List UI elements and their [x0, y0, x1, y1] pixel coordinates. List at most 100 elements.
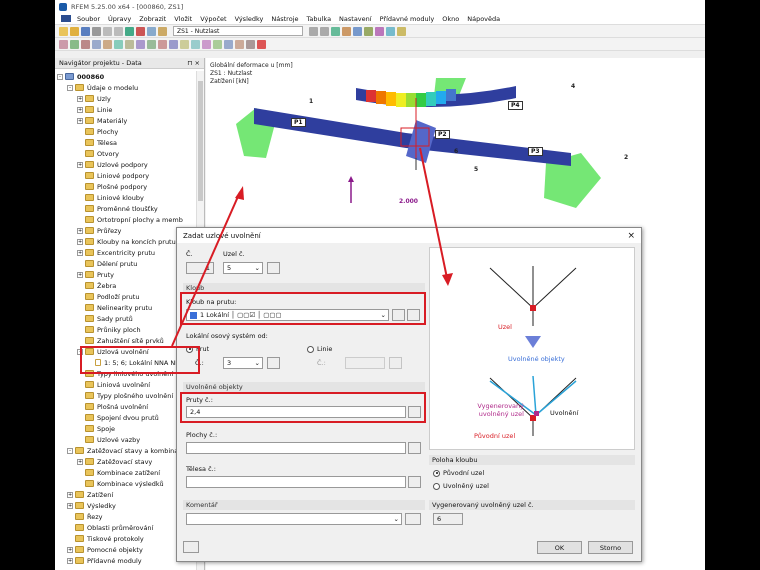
- rotate-icon[interactable]: [158, 39, 167, 49]
- tree-item[interactable]: - Údaje o modelu: [67, 82, 138, 93]
- tree-item[interactable]: Spojení dvou prutů: [77, 412, 159, 423]
- save-icon[interactable]: [81, 26, 90, 36]
- scrollbar-thumb[interactable]: [198, 81, 203, 201]
- menu-vysledky[interactable]: Výsledky: [235, 15, 264, 23]
- expand-toggle-icon[interactable]: +: [77, 271, 83, 278]
- tree-item[interactable]: Kombinace výsledků: [77, 478, 164, 489]
- pick-line-button[interactable]: [389, 357, 402, 369]
- tree-item[interactable]: + Materiály: [77, 115, 127, 126]
- menu-vypocet[interactable]: Výpočet: [200, 15, 226, 23]
- comment-input[interactable]: ⌄: [186, 513, 402, 525]
- expand-toggle-icon[interactable]: -: [67, 447, 73, 454]
- tree-item[interactable]: + Uzly: [77, 93, 111, 104]
- expand-toggle-icon[interactable]: +: [77, 249, 83, 256]
- tree-item[interactable]: Tělesa: [77, 137, 117, 148]
- zoom-icon[interactable]: [397, 26, 406, 36]
- expand-toggle-icon[interactable]: -: [77, 348, 83, 355]
- tree-item[interactable]: Podloží prutu: [77, 291, 139, 302]
- menu-vlozit[interactable]: Vložit: [174, 15, 192, 23]
- tree-item[interactable]: Uzlové vazby: [77, 434, 140, 445]
- tree-item[interactable]: Průniky ploch: [77, 324, 141, 335]
- expand-toggle-icon[interactable]: +: [77, 161, 83, 168]
- surface-icon[interactable]: [103, 39, 112, 49]
- tree-item[interactable]: Oblasti průměrování: [67, 522, 153, 533]
- move-icon[interactable]: [147, 39, 156, 49]
- tree-item[interactable]: Zahuštění sítě prvků: [77, 335, 164, 346]
- menu-upravy[interactable]: Úpravy: [108, 15, 131, 23]
- surfaces-input[interactable]: [186, 442, 406, 454]
- undo-icon[interactable]: [103, 26, 112, 36]
- menu-napoveda[interactable]: Nápověda: [467, 15, 500, 23]
- line-icon[interactable]: [81, 39, 90, 49]
- hinge-select[interactable]: 1 Lokální │ ▢▢☑ │ ▢▢▢ ⌄: [186, 309, 389, 321]
- tree-item[interactable]: - 000860: [57, 71, 104, 82]
- pick-member-button[interactable]: [267, 357, 280, 369]
- radio-line[interactable]: Linie: [307, 345, 332, 353]
- tree-item[interactable]: Kombinace zatížení: [77, 467, 160, 478]
- expand-toggle-icon[interactable]: +: [77, 95, 83, 102]
- tree-item[interactable]: + Zatížení: [67, 489, 113, 500]
- cancel-button[interactable]: Storno: [588, 541, 633, 554]
- tree-item[interactable]: Řezy: [67, 511, 102, 522]
- tree-item[interactable]: Plošné podpory: [77, 181, 147, 192]
- tree-item[interactable]: - Zatěžovací stavy a kombinace: [67, 445, 186, 456]
- expand-toggle-icon[interactable]: +: [77, 227, 83, 234]
- pick-surfaces-button[interactable]: [408, 442, 421, 454]
- tree-item[interactable]: + Přídavné moduly: [67, 555, 142, 566]
- ok-button[interactable]: OK: [537, 541, 582, 554]
- radio-member[interactable]: Prut: [186, 345, 209, 353]
- view-icon[interactable]: [331, 26, 340, 36]
- radio-original-node[interactable]: Původní uzel: [433, 469, 484, 477]
- expand-toggle-icon[interactable]: +: [67, 546, 73, 553]
- tree-item[interactable]: Plošná uvolnění: [77, 401, 148, 412]
- radio-released-node[interactable]: Uvolněný uzel: [433, 482, 489, 490]
- calc-icon[interactable]: [125, 26, 134, 36]
- pick-members-button[interactable]: [408, 406, 421, 418]
- support-icon[interactable]: [114, 39, 123, 49]
- expand-toggle-icon[interactable]: +: [77, 117, 83, 124]
- tree-item[interactable]: Liniová uvolnění: [77, 379, 150, 390]
- menu-zobrazit[interactable]: Zobrazit: [139, 15, 166, 23]
- show-icon[interactable]: [353, 26, 362, 36]
- load-icon[interactable]: [136, 39, 145, 49]
- iso-icon[interactable]: [386, 26, 395, 36]
- hinge-icon[interactable]: [125, 39, 134, 49]
- report-icon[interactable]: [158, 26, 167, 36]
- app-menu-icon[interactable]: [61, 15, 71, 22]
- edit-hinge-button[interactable]: [407, 309, 420, 321]
- tree-item[interactable]: + Excentricity prutu: [77, 247, 155, 258]
- grid-icon[interactable]: [224, 39, 233, 49]
- print-icon[interactable]: [92, 26, 101, 36]
- tree-item[interactable]: Nelinearity prutu: [77, 302, 152, 313]
- snap-icon[interactable]: [235, 39, 244, 49]
- tree-item[interactable]: Otvory: [77, 148, 119, 159]
- members-input[interactable]: 2,4: [186, 406, 406, 418]
- tree-item[interactable]: + Pomocné objekty: [67, 544, 143, 555]
- expand-toggle-icon[interactable]: +: [77, 238, 83, 245]
- pick-node-button[interactable]: [267, 262, 280, 274]
- expand-toggle-icon[interactable]: +: [77, 106, 83, 113]
- pick-solids-button[interactable]: [408, 476, 421, 488]
- tree-item[interactable]: + Pruty: [77, 269, 114, 280]
- next-icon[interactable]: [320, 26, 329, 36]
- prev-icon[interactable]: [309, 26, 318, 36]
- tree-item[interactable]: Ortotropní plochy a memb: [77, 214, 183, 225]
- expand-toggle-icon[interactable]: +: [77, 458, 83, 465]
- navigator-pin-close[interactable]: ⊓ ×: [187, 59, 200, 67]
- tree-item[interactable]: Tiskové protokoly: [67, 533, 144, 544]
- comment-library-button[interactable]: [405, 513, 421, 525]
- tree-item[interactable]: 1: 5; 6; Lokální NNA NI: [87, 357, 177, 368]
- expand-toggle-icon[interactable]: +: [67, 491, 73, 498]
- solids-input[interactable]: [186, 476, 406, 488]
- tree-item[interactable]: Typy plošného uvolnění: [77, 390, 173, 401]
- tree-item[interactable]: + Výsledky: [67, 500, 116, 511]
- render-icon[interactable]: [257, 39, 266, 49]
- tree-item[interactable]: Liniové klouby: [77, 192, 144, 203]
- tree-item[interactable]: Spoje: [77, 423, 115, 434]
- expand-toggle-icon[interactable]: +: [67, 502, 73, 509]
- menu-tabulka[interactable]: Tabulka: [306, 15, 331, 23]
- menu-okno[interactable]: Okno: [442, 15, 459, 23]
- help-button[interactable]: [183, 541, 199, 553]
- tree-item[interactable]: + Linie: [77, 104, 112, 115]
- dialog-close-button[interactable]: ×: [627, 231, 635, 241]
